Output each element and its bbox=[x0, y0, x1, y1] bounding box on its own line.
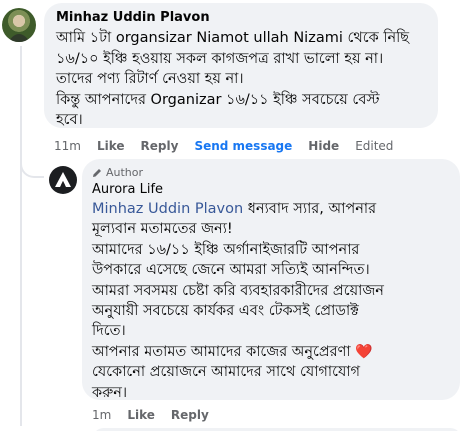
comment-line: হবে। bbox=[56, 112, 83, 128]
reply-line: ধন্যবাদ স্যার, আপনার bbox=[243, 201, 377, 217]
author-badge-label: Author bbox=[106, 166, 144, 179]
comment-author-name[interactable]: Minhaz Uddin Plavon bbox=[56, 9, 426, 26]
reply-line: আমরা সবসময় চেষ্টা করি ব্যবহারকারীদের প্… bbox=[92, 282, 384, 299]
pencil-icon bbox=[93, 169, 101, 177]
reply-author-name[interactable]: Aurora Life bbox=[92, 181, 450, 199]
comment-line: কিন্তু আপনাদের Organizar ১৬/১১ ইঞ্চি সবচ… bbox=[56, 91, 380, 108]
reply-actions: 1m Like Reply bbox=[92, 408, 225, 422]
comment-line: তাদের পণ্য রিটার্ণ নেওয়া হয় না। bbox=[56, 71, 244, 87]
reply-line: করুন। bbox=[92, 384, 128, 401]
comment-bubble: Minhaz Uddin Plavon আমি ১টা organsizar N… bbox=[44, 3, 438, 128]
author-badge: Author bbox=[92, 165, 450, 181]
aurora-logo-icon bbox=[55, 172, 71, 187]
send-message-button[interactable]: Send message bbox=[194, 139, 292, 153]
thread-connector-curve bbox=[20, 150, 44, 178]
reply-line: আমাদের ১৬/১১ ইঞ্চি অর্গানাইজারটি আপনার bbox=[92, 241, 360, 258]
heart-emoji-icon: ❤️ bbox=[355, 343, 373, 360]
comment-line: আমি ১টা organsizar Niamot ullah Nizami থ… bbox=[56, 30, 410, 46]
reply-line: দিতে। bbox=[92, 323, 126, 340]
edited-label[interactable]: Edited bbox=[355, 139, 393, 153]
mention-link[interactable]: Minhaz Uddin Plavon bbox=[92, 201, 243, 217]
comment-line: ১৬/১০ ইঞ্চি হওয়ায় সকল কাগজপত্র রাখা ভা… bbox=[56, 50, 384, 67]
reply-body: Minhaz Uddin Plavon ধন্যবাদ স্যার, আপনার… bbox=[92, 199, 450, 403]
reply-button[interactable]: Reply bbox=[141, 139, 179, 153]
thread-connector-line bbox=[20, 46, 22, 426]
reply-line: উপকারে এসেছে জেনে আমরা সত্যিই আনন্দিত। bbox=[92, 262, 370, 279]
comment-thread: Minhaz Uddin Plavon আমি ১টা organsizar N… bbox=[0, 0, 462, 431]
hide-button[interactable]: Hide bbox=[308, 139, 339, 153]
reply-heart-line: আপনার মতামত আমাদের কাজের অনুপ্রেরণা ❤️ bbox=[92, 342, 450, 362]
reply-timestamp[interactable]: 1m bbox=[92, 408, 111, 422]
reply-reply-button[interactable]: Reply bbox=[171, 408, 209, 422]
comment-actions: 11m Like Reply Send message Hide Edited bbox=[54, 139, 409, 153]
reply-line: আপনার মতামত আমাদের কাজের অনুপ্রেরণা bbox=[92, 343, 351, 360]
reply-line: মূল্যবান মতামতের জন্য! bbox=[92, 221, 233, 238]
reply-line: যেকোনো প্রয়োজনে আমাদের সাথে যোগাযোগ bbox=[92, 364, 361, 381]
page-avatar[interactable] bbox=[49, 166, 77, 194]
user-photo-icon bbox=[8, 15, 30, 42]
reply-like-button[interactable]: Like bbox=[127, 408, 155, 422]
commenter-avatar[interactable] bbox=[2, 8, 36, 42]
comment-timestamp[interactable]: 11m bbox=[54, 139, 81, 153]
reply-first-line: Minhaz Uddin Plavon ধন্যবাদ স্যার, আপনার bbox=[92, 199, 450, 219]
comment-body: আমি ১টা organsizar Niamot ullah Nizami থ… bbox=[56, 28, 426, 131]
reply-bubble: Author Aurora Life Minhaz Uddin Plavon ধ… bbox=[82, 159, 460, 403]
like-button[interactable]: Like bbox=[97, 139, 125, 153]
reply-line: অনুযায়ী সবচেয়ে কার্যকর এবং টেকসই প্রোড… bbox=[92, 303, 359, 320]
